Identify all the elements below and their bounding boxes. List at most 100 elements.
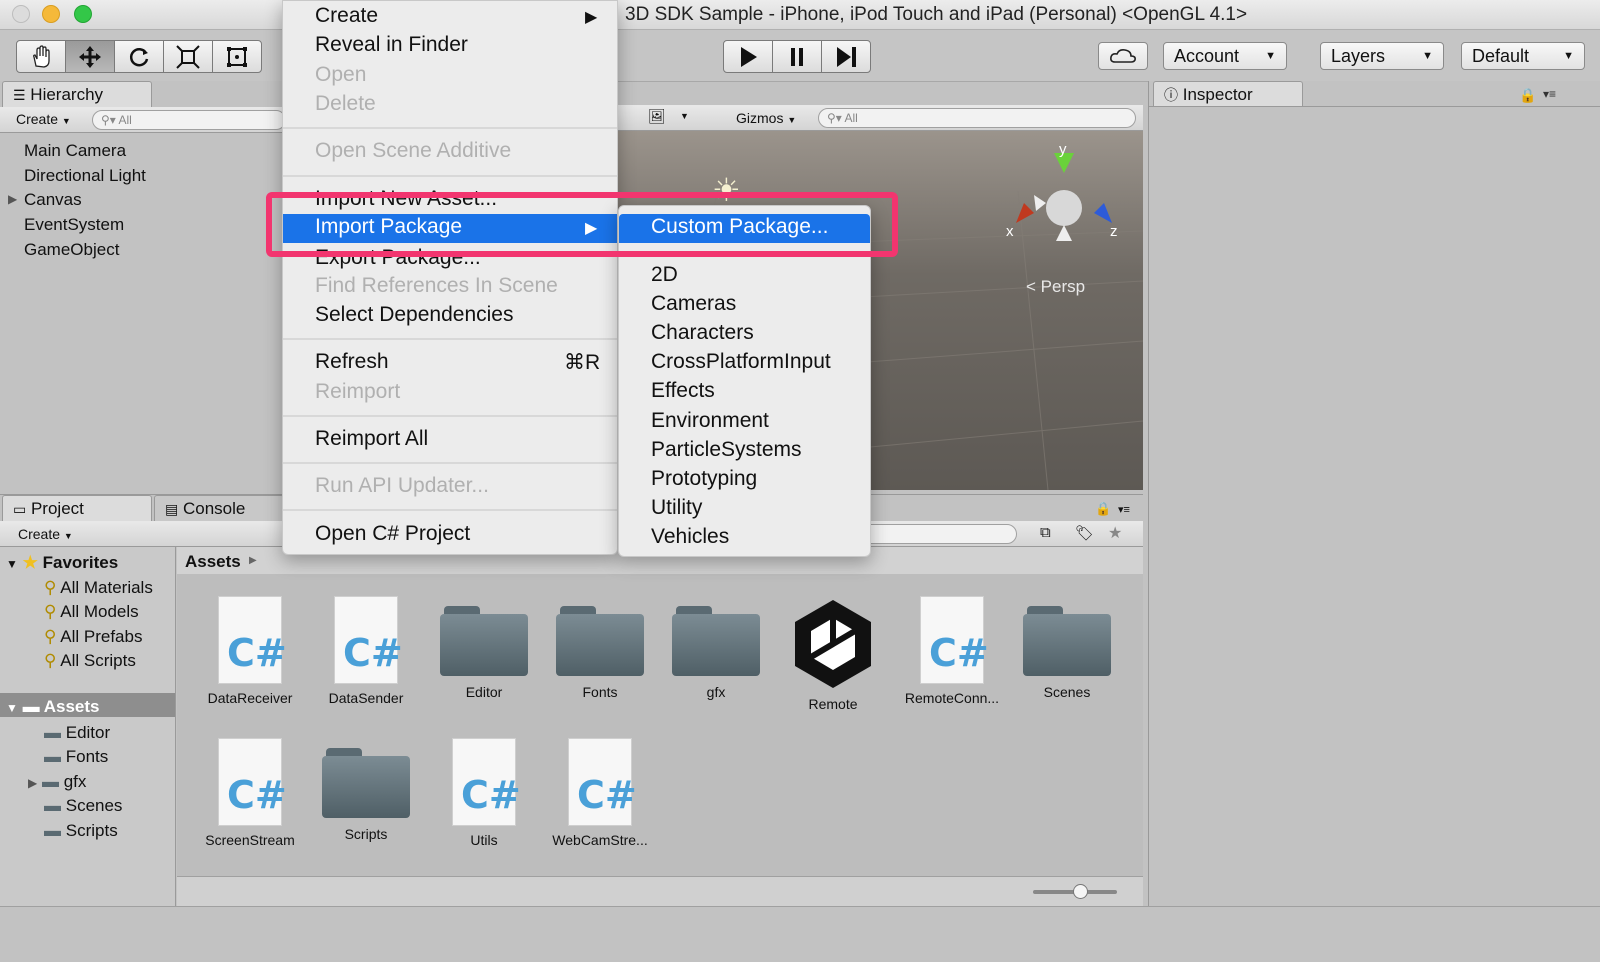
tab-project[interactable]: ▭ Project	[2, 495, 152, 521]
layers-dropdown[interactable]: Layers ▼	[1320, 42, 1444, 70]
hierarchy-item[interactable]: EventSystem	[24, 215, 124, 235]
info-icon: ⓘ	[1164, 87, 1178, 103]
collapse-arrow-icon: ▼	[6, 701, 18, 715]
lock-icon[interactable]: 🔒	[1095, 501, 1111, 517]
submenu-item[interactable]: CrossPlatformInput	[651, 350, 831, 374]
tree-folder[interactable]: ▬ Scenes	[44, 796, 122, 816]
tree-folder[interactable]: ▶ ▬ gfx	[28, 772, 86, 792]
account-dropdown[interactable]: Account ▼	[1163, 42, 1287, 70]
asset-folder[interactable]: Editor	[429, 596, 539, 700]
hierarchy-item[interactable]: Main Camera	[24, 141, 126, 161]
projection-toggle[interactable]: < Persp	[1026, 277, 1085, 297]
rect-tool-button[interactable]	[212, 40, 262, 73]
asset-folder[interactable]: Scripts	[311, 738, 421, 842]
asset-folder[interactable]: gfx	[661, 596, 771, 700]
minimize-window-button[interactable]	[42, 5, 60, 23]
pause-icon	[791, 47, 803, 66]
step-button[interactable]	[821, 40, 871, 73]
favorite-item[interactable]: ⚲ All Models	[44, 602, 139, 622]
hierarchy-panel: ☰ Hierarchy Create ▼ ⚲▾ All Main Camera …	[0, 81, 286, 494]
asset-script[interactable]: C# WebCamStre...	[545, 738, 655, 848]
folder-icon	[1023, 606, 1111, 676]
submenu-item[interactable]: Prototyping	[651, 467, 757, 491]
image-icon[interactable]: 🖼	[648, 108, 666, 125]
submenu-item[interactable]: Characters	[651, 321, 754, 345]
favorites-section[interactable]: ▼ ★ Favorites	[6, 553, 118, 573]
pause-button[interactable]	[772, 40, 822, 73]
slider-handle[interactable]	[1073, 884, 1088, 899]
scene-search-input[interactable]: ⚲▾ All	[818, 108, 1136, 128]
chevron-down-icon[interactable]: ▼	[680, 111, 689, 121]
menu-item-select-dependencies[interactable]: Select Dependencies	[315, 303, 513, 327]
chevron-down-icon: ▼	[63, 531, 73, 541]
menu-item-reimport-all[interactable]: Reimport All	[315, 427, 428, 451]
tab-console[interactable]: ▤ Console	[154, 495, 284, 521]
assets-section[interactable]: ▼ ▬ Assets	[6, 697, 99, 717]
project-search-input[interactable]	[860, 524, 1017, 544]
submenu-item[interactable]: ParticleSystems	[651, 438, 802, 462]
submenu-item[interactable]: Environment	[651, 409, 769, 433]
csharp-file-icon: C#	[920, 596, 989, 684]
hierarchy-create-button[interactable]: Create ▼	[8, 108, 79, 130]
cloud-button[interactable]	[1098, 42, 1148, 70]
tree-folder[interactable]: ▬ Scripts	[44, 821, 118, 841]
menu-item-open-csharp[interactable]: Open C# Project	[315, 522, 470, 546]
menu-separator	[283, 509, 617, 511]
chevron-down-icon: ▼	[1265, 50, 1276, 62]
asset-unity-scene[interactable]: Remote	[778, 596, 888, 712]
submenu-item[interactable]: Cameras	[651, 292, 736, 316]
favorite-item[interactable]: ⚲ All Prefabs	[44, 627, 142, 647]
submenu-item[interactable]: 2D	[651, 263, 678, 287]
submenu-item[interactable]: Vehicles	[651, 525, 729, 549]
lock-icon[interactable]: 🔒	[1519, 87, 1536, 104]
scale-tool-button[interactable]	[163, 40, 213, 73]
menu-item-refresh[interactable]: Refresh	[315, 350, 389, 374]
favorite-item[interactable]: ⚲ All Materials	[44, 578, 153, 598]
hand-tool-button[interactable]	[16, 40, 66, 73]
z-axis-label: z	[1110, 223, 1118, 240]
menu-item-open-additive: Open Scene Additive	[315, 139, 512, 162]
tab-inspector[interactable]: ⓘ Inspector	[1153, 81, 1303, 107]
filter-type-icon[interactable]: ⧉	[1040, 524, 1051, 541]
hierarchy-item[interactable]: GameObject	[24, 240, 119, 260]
chevron-right-icon: ▶	[249, 555, 257, 566]
asset-script[interactable]: C# DataReceiver	[195, 596, 305, 706]
play-button[interactable]	[723, 40, 773, 73]
hierarchy-item[interactable]: Canvas	[24, 190, 82, 210]
chevron-down-icon: ▼	[1422, 50, 1433, 62]
move-tool-button[interactable]	[65, 40, 115, 73]
project-create-button[interactable]: Create ▼	[10, 523, 81, 545]
tree-folder[interactable]: ▬ Fonts	[44, 747, 108, 767]
asset-script[interactable]: C# DataSender	[311, 596, 421, 706]
search-icon: ⚲▾	[827, 111, 842, 125]
asset-script[interactable]: C# Utils	[429, 738, 539, 848]
asset-folder[interactable]: Fonts	[545, 596, 655, 700]
asset-folder[interactable]: Scenes	[1012, 596, 1122, 700]
axis-gizmo-icon[interactable]	[1004, 143, 1124, 263]
submenu-item[interactable]: Effects	[651, 379, 715, 403]
hierarchy-item[interactable]: Directional Light	[24, 166, 146, 186]
menu-item-create[interactable]: Create	[315, 4, 378, 28]
status-bar	[0, 906, 1600, 962]
asset-script[interactable]: C# ScreenStream	[195, 738, 305, 848]
asset-script[interactable]: C# RemoteConn...	[897, 596, 1007, 706]
panel-menu-icon[interactable]: ▾≡	[1543, 87, 1556, 101]
tab-hierarchy[interactable]: ☰ Hierarchy	[2, 81, 152, 107]
folder-icon: ▭	[13, 501, 27, 517]
folder-icon: ▬	[41, 772, 59, 791]
favorite-item[interactable]: ⚲ All Scripts	[44, 651, 136, 671]
menu-item-reveal[interactable]: Reveal in Finder	[315, 33, 468, 57]
zoom-window-button[interactable]	[74, 5, 92, 23]
expand-arrow-icon[interactable]: ▶	[8, 192, 17, 206]
panel-menu-icon[interactable]: ▾≡	[1118, 503, 1130, 516]
hierarchy-search-input[interactable]: ⚲▾ All	[92, 110, 286, 130]
close-window-button[interactable]	[12, 5, 30, 23]
gizmos-dropdown[interactable]: Gizmos ▼	[728, 107, 804, 129]
star-icon[interactable]: ★	[1108, 523, 1122, 543]
unity-logo-icon	[795, 600, 871, 688]
submenu-item[interactable]: Utility	[651, 496, 702, 520]
layout-dropdown[interactable]: Default ▼	[1461, 42, 1585, 70]
rotate-tool-button[interactable]	[114, 40, 164, 73]
tag-icon[interactable]: 🏷	[1075, 524, 1094, 542]
tree-folder[interactable]: ▬ Editor	[44, 723, 110, 743]
